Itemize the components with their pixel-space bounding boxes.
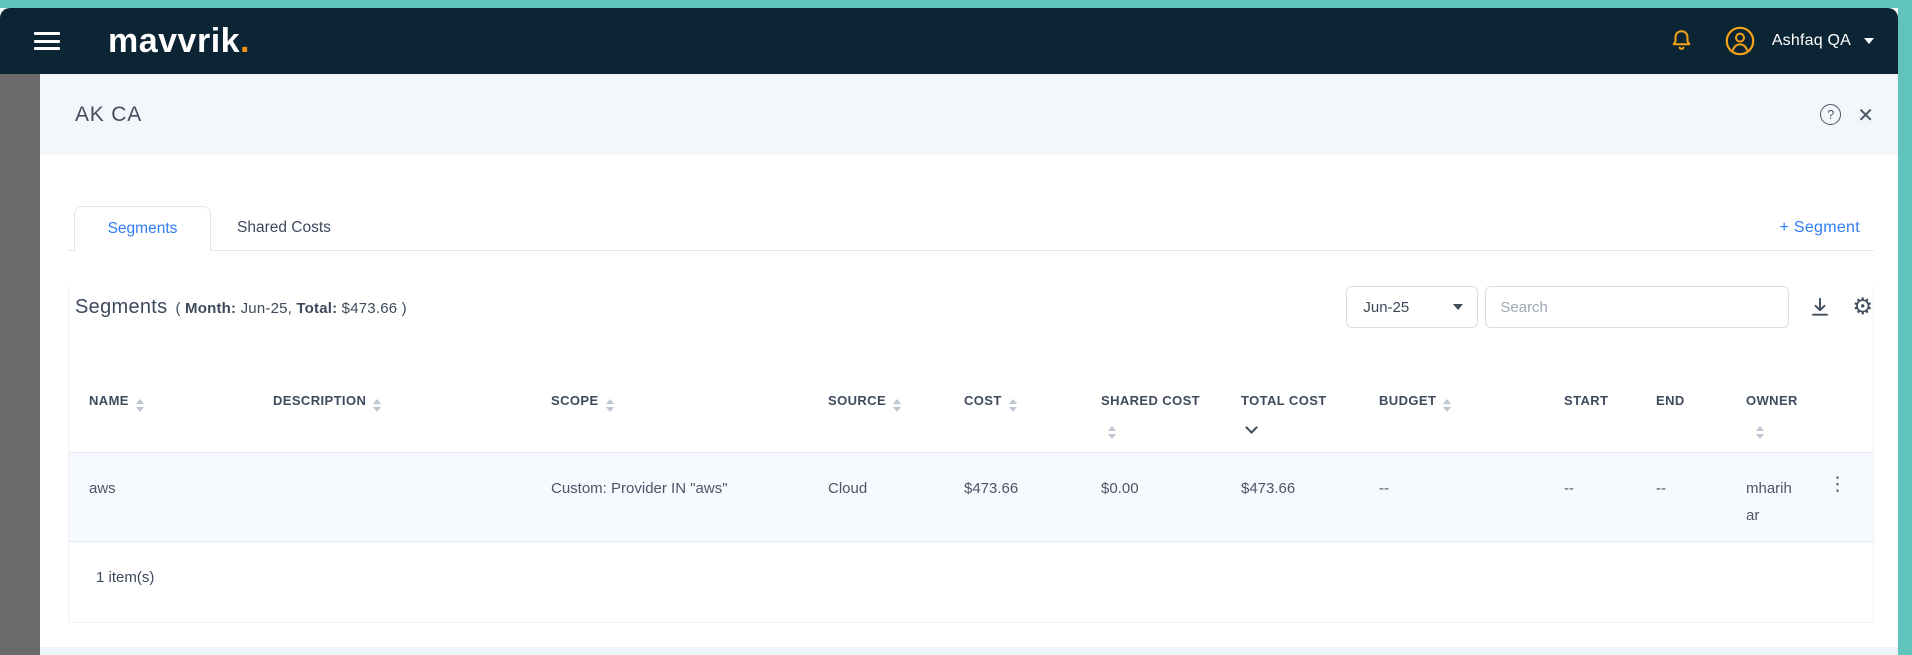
active-sort-chevron-icon [1245,421,1258,434]
user-avatar-icon[interactable] [1724,25,1756,57]
settings-gear-icon[interactable]: ⚙ [1852,295,1873,319]
tab-segments[interactable]: Segments [74,206,211,251]
app-window: mavvrik. Ashfaq QA AK CA ? ✕ Segments Sh… [0,0,1912,655]
cell-scope: Custom: Provider IN "aws" [551,480,728,497]
column-header-cost[interactable]: COST [944,371,1081,452]
column-header-name[interactable]: NAME [69,371,253,452]
sort-icon [1756,426,1764,439]
page-title: AK CA [75,102,143,126]
tab-bar: Segments Shared Costs + Segment [68,205,1874,251]
segments-toolbar: Segments ( Month: Jun-25, Total: $473.66… [69,286,1873,328]
cell-total-cost: $473.66 [1241,480,1296,497]
tab-shared-costs[interactable]: Shared Costs [211,205,357,250]
month-dropdown[interactable]: Jun-25 [1346,286,1479,328]
cell-shared-cost: $0.00 [1101,480,1139,497]
sort-icon [893,399,902,412]
drawer-body: Segments Shared Costs + Segment Segments… [40,205,1898,623]
drawer-bottom-edge [40,647,1898,655]
segments-heading-title: Segments [75,295,168,318]
segments-heading-meta: ( Month: Jun-25, Total: $473.66 ) [175,299,407,317]
table-row: aws Custom: Provider IN "aws" Cloud $473… [69,453,1873,542]
sort-icon [1108,426,1116,439]
column-header-total-cost[interactable]: TOTAL COST [1221,371,1359,452]
cell-description [253,453,531,541]
column-header-owner[interactable]: OWNER [1726,371,1801,452]
cell-cost: $473.66 [964,480,1019,497]
column-header-description[interactable]: DESCRIPTION [253,371,531,452]
top-navbar: mavvrik. Ashfaq QA [0,8,1898,74]
cell-budget: -- [1379,480,1389,497]
cell-actions: ⋮ [1801,453,1873,541]
row-actions-kebab-icon[interactable]: ⋮ [1828,475,1847,494]
column-header-source[interactable]: SOURCE [808,371,944,452]
user-name[interactable]: Ashfaq QA [1772,32,1851,50]
table-footer-count: 1 item(s) [96,569,155,586]
sort-icon [1443,399,1452,412]
segments-panel: Segments ( Month: Jun-25, Total: $473.66… [68,286,1874,623]
brand-logo: mavvrik. [108,22,250,60]
close-icon[interactable]: ✕ [1857,105,1874,125]
column-header-end[interactable]: END [1636,371,1726,452]
window-frame-top [0,0,1912,8]
column-header-start[interactable]: START [1544,371,1636,452]
sort-icon [605,399,614,412]
notifications-bell-icon[interactable] [1669,28,1694,55]
month-dropdown-value: Jun-25 [1363,298,1410,316]
dimmed-backdrop [0,74,40,655]
dropdown-caret-icon [1453,304,1464,310]
cell-owner: mharihar [1746,480,1792,524]
segments-table: NAME DESCRIPTION SCOPE SOURCE COST SHARE… [69,371,1873,622]
column-header-actions [1801,371,1873,452]
cell-start: -- [1564,480,1574,497]
hamburger-menu-icon[interactable] [34,32,60,50]
cell-source: Cloud [828,480,868,497]
sort-icon [373,399,382,412]
column-header-shared-cost[interactable]: SHARED COST [1081,371,1221,452]
segments-heading: Segments ( Month: Jun-25, Total: $473.66… [75,296,407,319]
download-icon[interactable] [1809,296,1831,318]
help-icon[interactable]: ? [1820,104,1842,125]
user-menu-caret-icon[interactable] [1864,38,1874,44]
column-header-budget[interactable]: BUDGET [1359,371,1544,452]
table-header-row: NAME DESCRIPTION SCOPE SOURCE COST SHARE… [69,371,1873,453]
add-segment-button[interactable]: + Segment [1779,219,1860,237]
column-header-scope[interactable]: SCOPE [531,371,808,452]
cell-name: aws [89,480,116,497]
segment-group-drawer: AK CA ? ✕ Segments Shared Costs + Segmen… [40,74,1898,655]
window-frame-right [1898,0,1912,655]
search-input[interactable] [1485,286,1790,328]
sort-icon [1008,399,1017,412]
sort-icon [135,399,144,412]
toolbar-controls: Jun-25 ⚙ [1346,286,1873,328]
drawer-header: AK CA ? ✕ [40,74,1898,155]
logo-dot: . [240,22,250,60]
cell-end: -- [1656,480,1666,497]
